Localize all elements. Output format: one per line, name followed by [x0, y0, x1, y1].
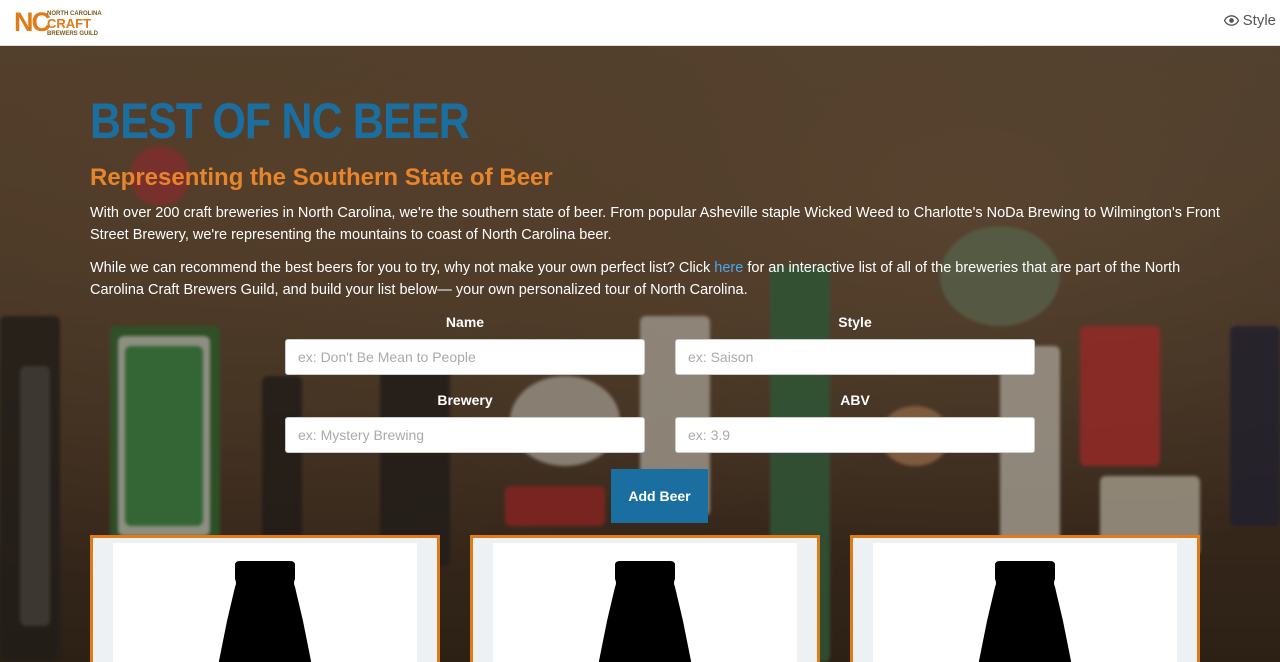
abv-label: ABV — [840, 392, 870, 408]
brewery-input[interactable] — [285, 417, 645, 453]
beer-card[interactable] — [850, 535, 1200, 662]
name-input[interactable] — [285, 339, 645, 375]
beer-bottle-icon — [978, 561, 1072, 662]
beer-bottle-icon — [218, 561, 312, 662]
page-title: BEST OF NC BEER — [90, 93, 470, 149]
style-input[interactable] — [675, 339, 1035, 375]
breweries-list-link[interactable]: here — [714, 260, 743, 276]
instructions-paragraph: While we can recommend the best beers fo… — [90, 257, 1230, 301]
beer-bottle-icon — [598, 561, 692, 662]
beer-card-image-area — [113, 543, 417, 662]
style-link-label: Style — [1242, 12, 1276, 29]
beer-card-image-area — [493, 543, 797, 662]
nc-craft-brewers-guild-logo[interactable]: NC NORTH CAROLINA CRAFT BREWERS GUILD — [14, 7, 102, 39]
logo-nc-text: NC — [14, 7, 51, 37]
style-label: Style — [838, 314, 872, 330]
navbar: NC NORTH CAROLINA CRAFT BREWERS GUILD St… — [0, 0, 1280, 46]
beer-card[interactable] — [90, 535, 440, 662]
name-label: Name — [445, 314, 485, 330]
style-link[interactable]: Style — [1223, 12, 1276, 29]
add-beer-button[interactable]: Add Beer — [611, 469, 708, 523]
eye-icon — [1223, 15, 1239, 26]
abv-input[interactable] — [675, 417, 1035, 453]
beer-card-image-area — [873, 543, 1177, 662]
intro-paragraph: With over 200 craft breweries in North C… — [90, 205, 1220, 243]
logo-line-2: CRAFT — [47, 16, 92, 31]
brewery-label: Brewery — [437, 392, 493, 408]
page-subtitle: Representing the Southern State of Beer — [90, 164, 553, 191]
logo-line-3: BREWERS GUILD — [47, 31, 98, 37]
beer-card[interactable] — [470, 535, 820, 662]
instructions-text-before: While we can recommend the best beers fo… — [90, 260, 715, 276]
